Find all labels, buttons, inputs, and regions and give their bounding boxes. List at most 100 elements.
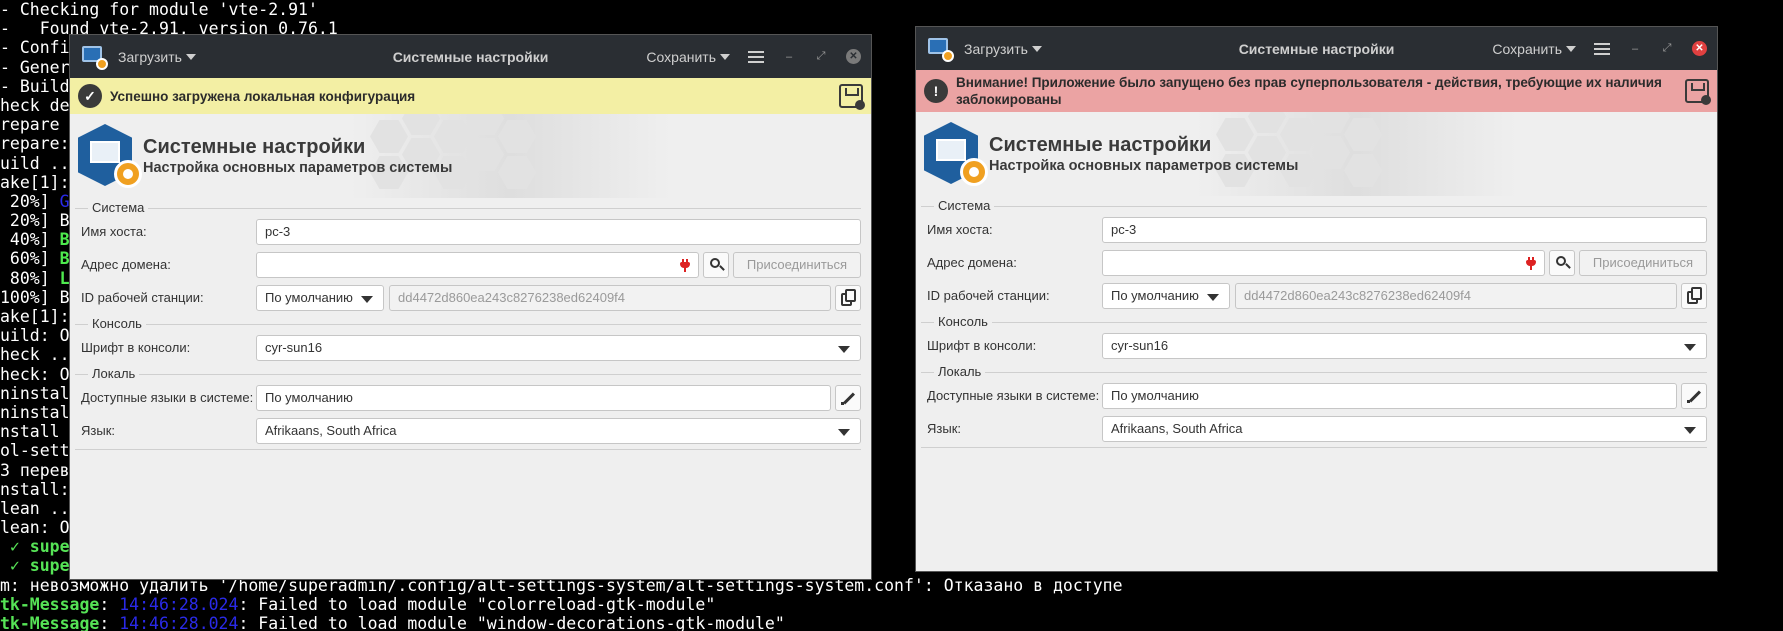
copy-button[interactable] — [1681, 282, 1707, 309]
group-label: Локаль — [88, 366, 140, 381]
chevron-down-icon — [1684, 426, 1696, 434]
chevron-down-icon — [838, 428, 850, 436]
terminal-text: tk-Message — [0, 614, 100, 631]
minimize-icon[interactable]: ‒ — [1628, 42, 1642, 56]
language-value: Afrikaans, South Africa — [1111, 421, 1243, 436]
console-font-select[interactable]: cyr-sun16 — [256, 334, 861, 361]
load-menu-button[interactable]: Загрузить — [118, 49, 196, 65]
save-menu-button[interactable]: Сохранить — [1492, 41, 1576, 57]
terminal-text: ake[1]: — [0, 307, 70, 326]
domain-input[interactable] — [256, 251, 699, 278]
terminal-text: - Build — [0, 76, 70, 96]
workstation-mode-value: По умолчанию — [265, 290, 353, 305]
terminal-text: ninstal — [0, 383, 70, 403]
terminal-text: ninstal — [0, 402, 70, 422]
chevron-down-icon — [1207, 293, 1219, 301]
terminal-text: - Gener — [0, 57, 70, 77]
terminal-line: tk-Message: 14:46:28.024: Failed to load… — [0, 614, 1783, 631]
terminal-text: - Confi — [0, 38, 70, 58]
workstation-id-input[interactable]: dd4472d860ea243c8276238ed62409f4 — [389, 284, 831, 311]
terminal-text: nstall — [0, 422, 70, 442]
terminal-text: 20%] B — [0, 211, 70, 231]
app-logo-icon — [924, 122, 988, 186]
close-icon[interactable]: ✕ — [1692, 41, 1707, 56]
load-menu-button[interactable]: Загрузить — [964, 41, 1042, 57]
info-bar: ✓ Успешно загружена локальная конфигурац… — [70, 78, 871, 114]
maximize-icon[interactable]: ⤢ — [1660, 42, 1674, 56]
pencil-icon — [842, 391, 856, 405]
console-font-select[interactable]: cyr-sun16 — [1102, 332, 1707, 359]
terminal-text: : Failed to load module "window-decorati… — [238, 614, 785, 631]
terminal-text: 60%] — [0, 249, 60, 269]
banner-title: Системные настройки — [989, 134, 1212, 156]
chevron-down-icon — [838, 345, 850, 353]
maximize-icon[interactable]: ⤢ — [814, 50, 828, 64]
join-button[interactable]: Присоединиться — [1579, 249, 1707, 276]
terminal-line: tk-Message: 14:46:28.024: Failed to load… — [0, 595, 1783, 614]
terminal-line: - Checking for module 'vte-2.91' — [0, 0, 1783, 19]
info-message: Успешно загружена локальная конфигурация — [110, 88, 416, 104]
terminal-text: tk-Message — [0, 594, 100, 614]
workstation-mode-select[interactable]: По умолчанию — [1102, 282, 1230, 309]
terminal-text: : Failed to load module "colorreload-gtk… — [238, 594, 716, 614]
workstation-label: ID рабочей станции: — [81, 290, 204, 305]
font-label: Шрифт в консоли: — [927, 338, 1037, 353]
group-label: Консоль — [88, 316, 146, 331]
languages-label: Доступные языки в системе: — [81, 390, 254, 405]
language-label: Язык: — [927, 421, 961, 436]
edit-languages-button[interactable] — [1681, 382, 1707, 409]
edit-languages-button[interactable] — [835, 384, 861, 411]
chevron-down-icon — [1031, 46, 1042, 52]
group-system: Система Имя хоста: pc-3 Адрес домена: Пр… — [921, 198, 1707, 310]
languages-input[interactable]: По умолчанию — [256, 384, 831, 411]
language-select[interactable]: Afrikaans, South Africa — [1102, 415, 1707, 442]
terminal-text: 80%] — [0, 268, 60, 288]
font-label: Шрифт в консоли: — [81, 340, 191, 355]
hamburger-menu-icon[interactable] — [748, 50, 764, 63]
group-locale: Локаль Доступные языки в системе: По умо… — [75, 366, 861, 450]
banner-subtitle: Настройка основных параметров системы — [143, 160, 453, 176]
terminal-text: uild .. — [0, 153, 70, 173]
copy-button[interactable] — [835, 284, 861, 311]
save-config-icon[interactable] — [839, 84, 865, 110]
terminal-text: 14:46:28.024 — [119, 614, 239, 631]
workstation-mode-select[interactable]: По умолчанию — [256, 284, 384, 311]
banner-title: Системные настройки — [143, 136, 366, 158]
save-menu-button[interactable]: Сохранить — [646, 49, 730, 65]
search-domain-button[interactable] — [703, 251, 729, 278]
close-icon[interactable]: ✕ — [846, 49, 861, 64]
language-value: Afrikaans, South Africa — [265, 423, 397, 438]
terminal-text: : — [99, 614, 120, 631]
chevron-down-icon — [1684, 343, 1696, 351]
terminal-text: repare — [0, 115, 70, 135]
warning-bar: ! Внимание! Приложение было запущено без… — [916, 70, 1717, 112]
load-label: Загрузить — [118, 48, 182, 65]
terminal-text: repare: — [0, 134, 70, 154]
plug-icon — [680, 258, 690, 272]
hamburger-menu-icon[interactable] — [1594, 42, 1610, 55]
save-config-icon[interactable] — [1685, 79, 1711, 105]
minimize-icon[interactable]: ‒ — [782, 50, 796, 64]
console-font-value: cyr-sun16 — [1111, 338, 1169, 353]
workstation-label: ID рабочей станции: — [927, 288, 1050, 303]
warning-icon: ! — [924, 79, 948, 103]
terminal-text: 40%] — [0, 230, 60, 250]
terminal-text: 3 перев — [0, 460, 70, 480]
join-button[interactable]: Присоединиться — [733, 251, 861, 278]
languages-input[interactable]: По умолчанию — [1102, 382, 1677, 409]
terminal-text: nstall: — [0, 479, 70, 499]
terminal-text: ✓ supe — [0, 537, 70, 557]
group-label: Система — [934, 198, 995, 213]
domain-input[interactable] — [1102, 249, 1545, 276]
group-console: Консоль Шрифт в консоли: cyr-sun16 — [921, 314, 1707, 360]
hostname-label: Имя хоста: — [927, 222, 993, 237]
workstation-id-input[interactable]: dd4472d860ea243c8276238ed62409f4 — [1235, 282, 1677, 309]
terminal-text: : — [99, 594, 120, 614]
group-console: Консоль Шрифт в консоли: cyr-sun16 — [75, 316, 861, 362]
terminal-text: 14:46:28.024 — [119, 594, 239, 614]
language-select[interactable]: Afrikaans, South Africa — [256, 417, 861, 444]
hostname-input[interactable]: pc-3 — [256, 218, 861, 245]
search-domain-button[interactable] — [1549, 249, 1575, 276]
hostname-input[interactable]: pc-3 — [1102, 216, 1707, 243]
chevron-down-icon — [1566, 46, 1576, 52]
